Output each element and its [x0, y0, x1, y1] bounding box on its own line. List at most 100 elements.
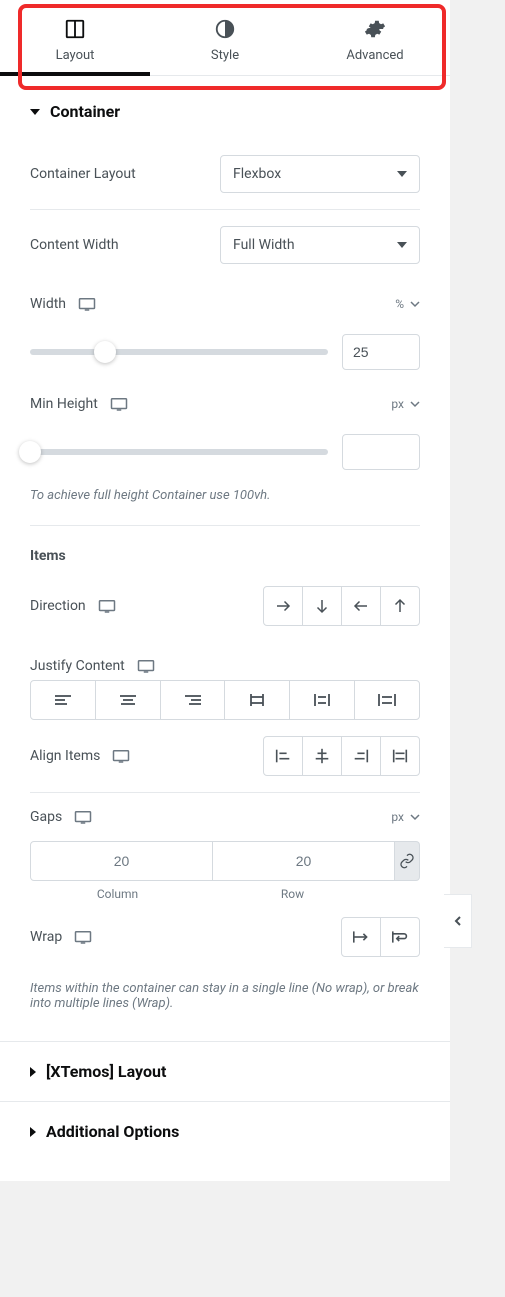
justify-around-icon [312, 692, 332, 708]
direction-row: Direction [30, 570, 420, 642]
link-values-button[interactable] [395, 841, 420, 881]
wrap-row: Wrap [30, 901, 420, 973]
justify-end-icon [183, 692, 203, 708]
nowrap-button[interactable] [341, 917, 381, 957]
align-start-icon [274, 747, 292, 765]
slider-track [30, 449, 328, 455]
align-buttons [263, 736, 420, 776]
align-end-button[interactable] [341, 736, 381, 776]
wrap-label: Wrap [30, 929, 92, 945]
tab-style[interactable]: Style [150, 0, 300, 75]
content-width-row: Content Width Full Width [30, 210, 420, 280]
responsive-icon[interactable] [78, 297, 96, 311]
wrap-icon [390, 929, 410, 945]
container-layout-label: Container Layout [30, 166, 136, 182]
arrow-up-icon [391, 597, 409, 615]
section-xtemos-title: [XTemos] Layout [46, 1062, 166, 1081]
slider-track [30, 349, 328, 355]
nowrap-icon [351, 929, 371, 945]
wrap-button[interactable] [380, 917, 420, 957]
min-height-input[interactable] [342, 434, 420, 470]
justify-start-button[interactable] [30, 680, 96, 720]
width-row: Width % [30, 280, 420, 328]
justify-evenly-button[interactable] [354, 680, 420, 720]
responsive-icon[interactable] [112, 749, 130, 763]
content-width-select[interactable]: Full Width [220, 226, 420, 264]
caret-right-icon [30, 1127, 36, 1137]
align-end-icon [352, 747, 370, 765]
justify-center-button[interactable] [95, 680, 161, 720]
section-additional-title: Additional Options [46, 1122, 179, 1141]
gaps-row: Gaps px [30, 793, 420, 841]
direction-row-button[interactable] [263, 586, 303, 626]
direction-row-reverse-button[interactable] [341, 586, 381, 626]
min-height-hint: To achieve full height Container use 100… [30, 480, 420, 525]
responsive-icon[interactable] [137, 659, 155, 673]
content-width-value: Full Width [233, 237, 295, 253]
min-height-row: Min Height px [30, 380, 420, 428]
gaps-label: Gaps [30, 809, 92, 825]
align-stretch-icon [391, 747, 409, 765]
align-label: Align Items [30, 748, 130, 764]
container-layout-row: Container Layout Flexbox [30, 139, 420, 209]
slider-thumb[interactable] [19, 441, 41, 463]
responsive-icon[interactable] [74, 930, 92, 944]
direction-column-button[interactable] [302, 586, 342, 626]
section-additional-header[interactable]: Additional Options [0, 1101, 450, 1161]
min-height-label: Min Height [30, 396, 128, 412]
gaps-unit-picker[interactable]: px [391, 810, 420, 824]
caret-down-icon [30, 109, 40, 115]
gaps-inputs [30, 841, 420, 881]
responsive-icon[interactable] [74, 810, 92, 824]
link-icon [399, 853, 415, 869]
justify-between-button[interactable] [224, 680, 290, 720]
chevron-down-icon [397, 242, 407, 248]
section-container-body: Container Layout Flexbox Content Width F… [0, 139, 450, 1041]
align-center-button[interactable] [302, 736, 342, 776]
direction-column-reverse-button[interactable] [380, 586, 420, 626]
justify-around-button[interactable] [289, 680, 355, 720]
items-subheading: Items [30, 526, 420, 570]
width-unit-picker[interactable]: % [395, 297, 420, 311]
wrap-hint: Items within the container can stay in a… [30, 973, 420, 1041]
chevron-down-icon [410, 812, 420, 822]
gear-icon [364, 18, 386, 40]
min-height-unit-picker[interactable]: px [391, 397, 420, 411]
align-start-button[interactable] [263, 736, 303, 776]
chevron-down-icon [410, 399, 420, 409]
min-height-slider[interactable] [30, 442, 328, 462]
responsive-icon[interactable] [98, 599, 116, 613]
tab-layout-label: Layout [0, 48, 150, 63]
section-xtemos-header[interactable]: [XTemos] Layout [0, 1041, 450, 1101]
align-center-icon [313, 747, 331, 765]
gap-row-label: Row [205, 887, 380, 901]
width-slider[interactable] [30, 342, 328, 362]
collapse-panel-button[interactable] [444, 894, 472, 948]
tab-advanced-label: Advanced [300, 48, 450, 63]
content-width-label: Content Width [30, 237, 119, 253]
arrow-left-icon [352, 597, 370, 615]
wrap-buttons [341, 917, 420, 957]
container-layout-select[interactable]: Flexbox [220, 155, 420, 193]
justify-label: Justify Content [30, 658, 155, 674]
arrow-down-icon [313, 597, 331, 615]
width-label: Width [30, 296, 96, 312]
panel-tabs: Layout Style Advanced [0, 0, 450, 76]
justify-end-button[interactable] [160, 680, 226, 720]
gaps-sublabels: Column Row [30, 881, 420, 901]
width-input[interactable] [342, 334, 420, 370]
editor-panel: Layout Style Advanced Container Containe… [0, 0, 450, 1181]
section-container-header[interactable]: Container [0, 76, 450, 139]
gap-column-input[interactable] [30, 841, 213, 881]
align-stretch-button[interactable] [380, 736, 420, 776]
responsive-icon[interactable] [110, 397, 128, 411]
gap-row-input[interactable] [212, 841, 395, 881]
align-row: Align Items [30, 720, 420, 792]
tab-advanced[interactable]: Advanced [300, 0, 450, 75]
slider-thumb[interactable] [94, 341, 116, 363]
justify-row: Justify Content [30, 642, 420, 680]
tab-layout[interactable]: Layout [0, 0, 150, 75]
justify-start-icon [53, 692, 73, 708]
justify-center-icon [118, 692, 138, 708]
contrast-icon [214, 18, 236, 40]
